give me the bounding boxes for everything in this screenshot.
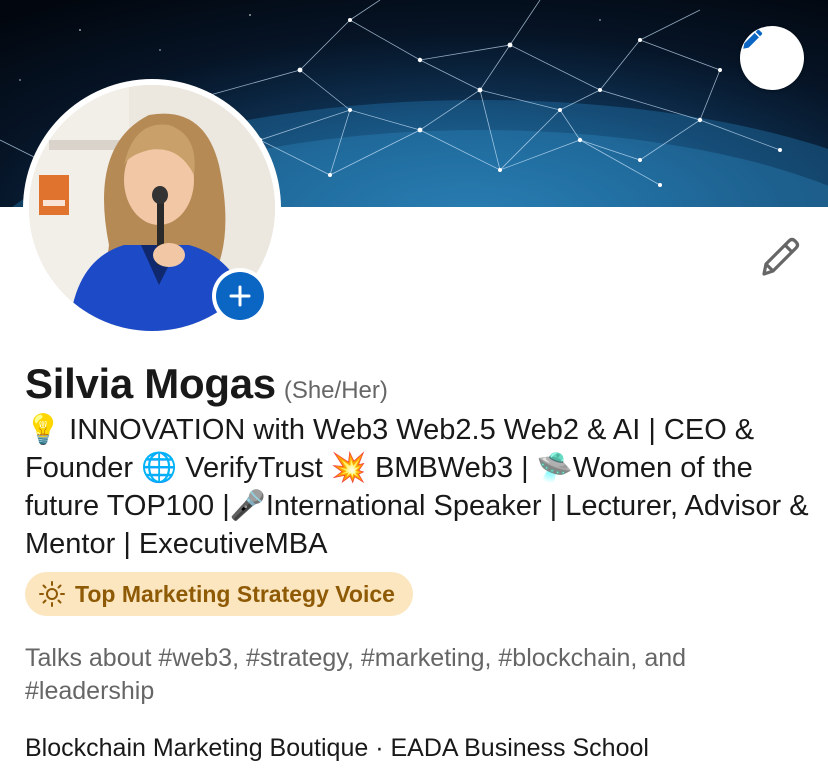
edit-profile-button[interactable] (756, 232, 804, 280)
pencil-icon (743, 29, 763, 49)
company-education[interactable]: Blockchain Marketing Boutique · EADA Bus… (25, 732, 815, 765)
pronouns: (She/Her) (283, 377, 388, 404)
profile-headline: 💡 INNOVATION with Web3 Web2.5 Web2 & AI … (25, 414, 809, 560)
pencil-icon (762, 237, 800, 276)
plus-icon (229, 285, 251, 307)
name-row: Silvia Mogas (She/Her) (25, 360, 388, 408)
talks-about: Talks about #web3, #strategy, #marketing… (25, 644, 687, 705)
edit-banner-button[interactable] (740, 26, 804, 90)
top-voice-badge[interactable]: Top Marketing Strategy Voice (25, 572, 413, 616)
profile-name: Silvia Mogas (25, 360, 276, 407)
add-photo-button[interactable] (212, 268, 268, 324)
sun-icon (39, 581, 65, 607)
badge-label: Top Marketing Strategy Voice (75, 580, 395, 607)
